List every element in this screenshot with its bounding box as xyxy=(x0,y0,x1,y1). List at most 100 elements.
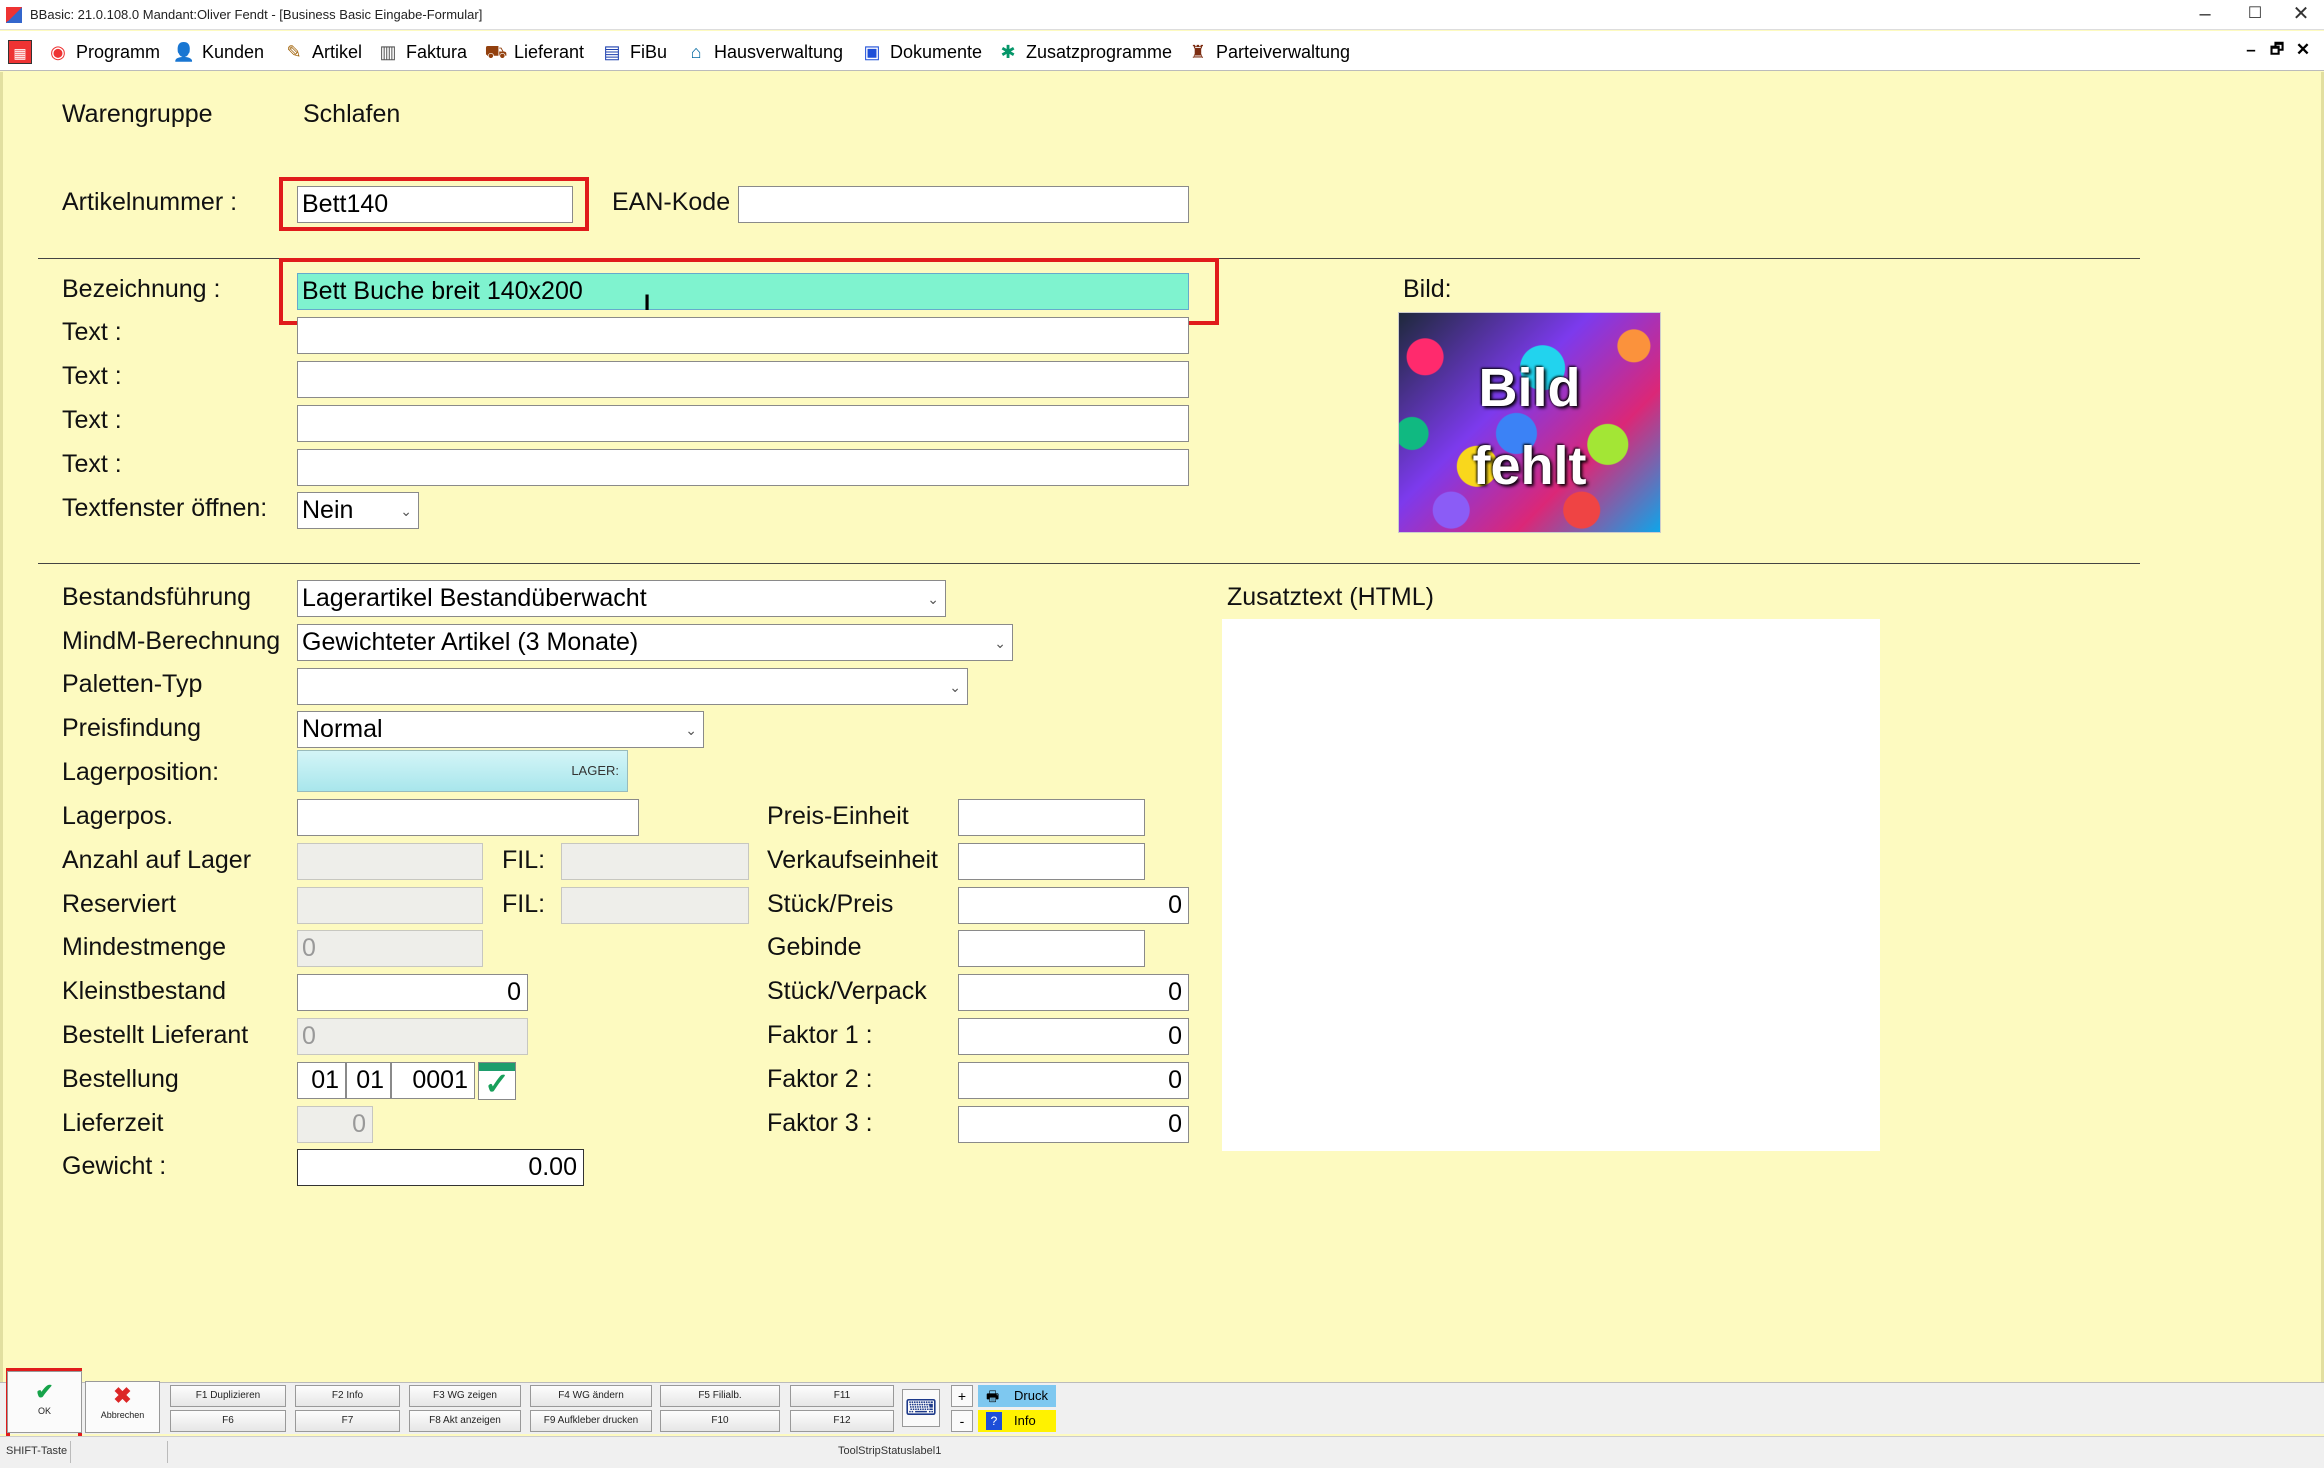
chevron-down-icon: ⌄ xyxy=(400,503,412,519)
f3-button[interactable]: F3 WG zeigen xyxy=(409,1385,521,1407)
anzahl-fil-label: FIL: xyxy=(502,846,546,874)
f8-button[interactable]: F8 Akt anzeigen xyxy=(409,1410,521,1432)
text-input-4[interactable] xyxy=(297,449,1189,486)
mdi-close-button[interactable]: ✕ xyxy=(2292,39,2314,61)
bestandsfuehrung-value: Lagerartikel Bestandüberwacht xyxy=(302,584,647,612)
gebinde-label: Gebinde xyxy=(767,933,862,961)
ean-input[interactable] xyxy=(738,186,1189,223)
function-toolbar: ✔ OK ✖ Abbrechen F1 Duplizieren F6 F2 In… xyxy=(0,1368,2324,1440)
stueckpreis-input[interactable]: 0 xyxy=(958,887,1189,924)
reserviert-label: Reserviert xyxy=(62,890,176,918)
text-input-3[interactable] xyxy=(297,405,1189,442)
mdi-minimize-button[interactable]: – xyxy=(2240,39,2262,61)
preisfindung-select[interactable]: Normal ⌄ xyxy=(297,711,704,748)
text-label-2: Text : xyxy=(62,362,122,390)
bestellung-day-input[interactable]: 01 xyxy=(297,1062,346,1099)
lagerposition-button[interactable]: LAGER: xyxy=(297,750,628,792)
abbrechen-button[interactable]: ✖ Abbrechen xyxy=(85,1381,160,1433)
menu-programm[interactable]: ◉ Programm xyxy=(46,37,160,67)
f10-button[interactable]: F10 xyxy=(660,1410,780,1432)
faktor3-input[interactable]: 0 xyxy=(958,1106,1189,1143)
maximize-button[interactable]: ☐ xyxy=(2230,0,2280,30)
warengruppe-value: Schlafen xyxy=(303,100,401,128)
status-divider-1 xyxy=(70,1441,71,1463)
window-title: BBasic: 21.0.108.0 Mandant:Oliver Fendt … xyxy=(30,7,483,22)
stueckpreis-label: Stück/Preis xyxy=(767,890,894,918)
minus-button[interactable]: - xyxy=(951,1410,973,1432)
paletten-select[interactable]: ⌄ xyxy=(297,668,968,705)
menu-hausverwaltung[interactable]: ⌂ Hausverwaltung xyxy=(684,37,844,67)
ok-label: OK xyxy=(37,1406,51,1416)
f11-button[interactable]: F11 xyxy=(790,1385,894,1407)
f5-button[interactable]: F5 Filialb. xyxy=(660,1385,780,1407)
plus-button[interactable]: + xyxy=(951,1385,973,1407)
title-bar: BBasic: 21.0.108.0 Mandant:Oliver Fendt … xyxy=(0,0,2324,30)
menu-artikel[interactable]: ✎ Artikel xyxy=(282,37,362,67)
preisfindung-label: Preisfindung xyxy=(62,714,201,742)
info-button[interactable]: ? Info xyxy=(978,1410,1056,1432)
close-window-button[interactable]: ✕ xyxy=(2276,0,2324,30)
menu-dokumente[interactable]: ▣ Dokumente xyxy=(860,37,982,67)
f7-button[interactable]: F7 xyxy=(295,1410,400,1432)
bestellung-year-input[interactable]: 0001 xyxy=(391,1062,475,1099)
zusatzprogramme-icon: ✱ xyxy=(1000,42,1016,62)
f1-button[interactable]: F1 Duplizieren xyxy=(170,1385,286,1407)
verkaufseinheit-input[interactable] xyxy=(958,843,1145,880)
druck-button[interactable]: 🖶 Druck xyxy=(978,1385,1056,1407)
mindm-select[interactable]: Gewichteter Artikel (3 Monate) ⌄ xyxy=(297,624,1013,661)
gewicht-input[interactable]: 0.00 xyxy=(297,1149,584,1186)
f12-button[interactable]: F12 xyxy=(790,1410,894,1432)
preiseinheit-input[interactable] xyxy=(958,799,1145,836)
mindestmenge-label: Mindestmenge xyxy=(62,933,226,961)
menu-kunden[interactable]: 👤 Kunden xyxy=(172,37,264,67)
chevron-down-icon: ⌄ xyxy=(949,679,961,695)
faktor2-input[interactable]: 0 xyxy=(958,1062,1189,1099)
anzahl-fil-input xyxy=(561,843,749,880)
ok-button[interactable]: ✔ OK xyxy=(7,1371,82,1433)
app-icon xyxy=(6,7,22,23)
mdi-restore-button[interactable]: 🗗 xyxy=(2266,39,2288,61)
kleinstbestand-input[interactable]: 0 xyxy=(297,974,528,1011)
f9-button[interactable]: F9 Aufkleber drucken xyxy=(530,1410,652,1432)
bezeichnung-input[interactable]: Bett Buche breit 140x200 xyxy=(297,273,1189,310)
calendar-check-icon[interactable]: ✓ xyxy=(478,1062,516,1100)
text-input-2[interactable] xyxy=(297,361,1189,398)
artikelnummer-input[interactable]: Bett140 xyxy=(297,186,573,223)
kleinstbestand-label: Kleinstbestand xyxy=(62,977,227,1005)
minimize-button[interactable]: – xyxy=(2180,0,2230,30)
menu-fibu[interactable]: ▤ FiBu xyxy=(600,37,667,67)
bestellung-month-input[interactable]: 01 xyxy=(346,1062,391,1099)
ean-label: EAN-Kode xyxy=(612,188,731,216)
lagerpos-input[interactable] xyxy=(297,799,639,836)
reserviert-fil-label: FIL: xyxy=(502,890,546,918)
textfenster-select[interactable]: Nein ⌄ xyxy=(297,492,419,529)
stueckverpack-input[interactable]: 0 xyxy=(958,974,1189,1011)
help-icon: ? xyxy=(986,1412,1002,1430)
f6-button[interactable]: F6 xyxy=(170,1410,286,1432)
gebinde-input[interactable] xyxy=(958,930,1145,967)
text-input-1[interactable] xyxy=(297,317,1189,354)
zusatztext-label: Zusatztext (HTML) xyxy=(1227,583,1434,611)
printer-icon: 🖶 xyxy=(986,1388,1000,1404)
faktor1-input[interactable]: 0 xyxy=(958,1018,1189,1055)
artikelnummer-label: Artikelnummer : xyxy=(62,188,238,216)
article-image-placeholder[interactable]: Bild fehlt xyxy=(1398,312,1661,533)
dokumente-icon: ▣ xyxy=(863,42,881,62)
artikel-icon: ✎ xyxy=(286,42,302,62)
f4-button[interactable]: F4 WG ändern xyxy=(530,1385,652,1407)
f2-button[interactable]: F2 Info xyxy=(295,1385,400,1407)
bestandsfuehrung-select[interactable]: Lagerartikel Bestandüberwacht ⌄ xyxy=(297,580,946,617)
menu-faktura[interactable]: ▥ Faktura xyxy=(376,37,467,67)
keyboard-icon[interactable]: ⌨ xyxy=(902,1389,940,1427)
checkmark-icon: ✔ xyxy=(35,1379,54,1404)
mindm-label: MindM-Berechnung xyxy=(62,627,281,655)
lieferant-icon: ⛟ xyxy=(484,42,508,62)
preisfindung-value: Normal xyxy=(302,715,383,743)
menu-zusatzprogramme[interactable]: ✱ Zusatzprogramme xyxy=(996,37,1172,67)
menu-lieferant[interactable]: ⛟ Lieferant xyxy=(484,37,584,67)
bestellung-label: Bestellung xyxy=(62,1065,179,1093)
zusatztext-html-editor[interactable] xyxy=(1222,619,1880,1151)
faktor2-label: Faktor 2 : xyxy=(767,1065,873,1093)
menu-parteiverwaltung[interactable]: ♜ Parteiverwaltung xyxy=(1186,37,1350,67)
calendar-logo-icon[interactable]: ▦ xyxy=(8,37,38,67)
